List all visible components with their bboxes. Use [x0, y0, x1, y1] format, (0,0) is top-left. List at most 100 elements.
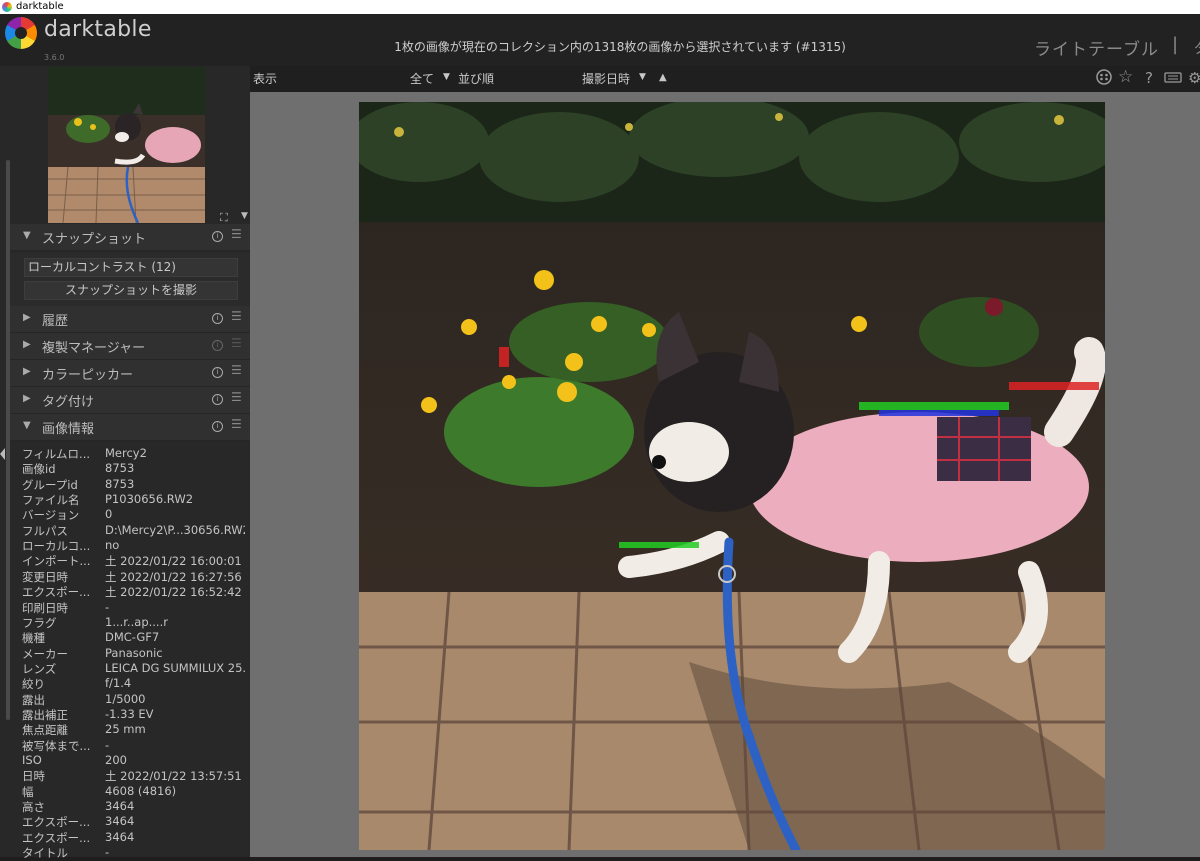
fullscreen-icon[interactable]: ⛶ — [220, 211, 228, 225]
view-switcher-lighttable[interactable]: ライトテーブル — [1034, 35, 1159, 60]
info-key: 画像id — [22, 462, 56, 477]
info-key: 被写体まで... — [22, 738, 91, 753]
expanded-arrow-icon: ▼ — [23, 230, 31, 241]
info-row: エクスポー... 3464 — [22, 814, 250, 829]
info-value: 3464 — [105, 829, 135, 844]
info-key: タイトル — [22, 846, 68, 861]
settings-icon[interactable]: ⚙ — [1188, 69, 1200, 87]
app-name: darktable — [44, 17, 152, 42]
sort-select[interactable]: 撮影日時 — [582, 70, 630, 87]
info-key: ISO — [22, 753, 42, 767]
info-row: 露出 1/5000 — [22, 692, 250, 707]
info-row: 高さ 3464 — [22, 799, 250, 814]
module-tagging[interactable]: ▶ タグ付け i ☰ — [10, 387, 250, 414]
info-key: 露出補正 — [22, 707, 68, 722]
info-key: 幅 — [22, 784, 34, 799]
star-icon[interactable]: ☆ — [1118, 67, 1133, 87]
info-key: メーカー — [22, 646, 68, 661]
info-value: 1/5000 — [105, 691, 146, 706]
info-value: 土 2022/01/22 16:00:01 — [105, 554, 242, 569]
presets-menu-icon[interactable]: ☰ — [231, 227, 242, 241]
info-value: Panasonic — [105, 645, 163, 660]
preview-image[interactable] — [359, 102, 1105, 850]
info-row: レンズ LEICA DG SUMMILUX 25... — [22, 661, 250, 676]
info-row: フィルムロ... Mercy2 — [22, 446, 250, 461]
info-value: 土 2022/01/22 16:27:56 — [105, 569, 242, 584]
keyboard-icon[interactable] — [1164, 69, 1182, 89]
info-key: ローカルコ... — [22, 539, 91, 554]
snapshot-body: ローカルコントラスト (12) スナップショットを撮影 — [10, 253, 250, 306]
chevron-down-icon[interactable]: ▼ — [639, 72, 646, 82]
presets-menu-icon[interactable]: ☰ — [231, 363, 242, 377]
collapsed-arrow-icon: ▶ — [23, 366, 31, 377]
info-value: 200 — [105, 753, 127, 767]
module-label: カラーピッカー — [42, 368, 134, 383]
module-label: 画像情報 — [42, 422, 95, 437]
info-value: 土 2022/01/22 16:52:42 — [105, 585, 242, 600]
presets-icon[interactable] — [1096, 69, 1112, 89]
info-value: DMC-GF7 — [105, 630, 160, 645]
navigation-thumbnail[interactable] — [48, 67, 205, 223]
info-row: 絞り f/1.4 — [22, 676, 250, 691]
app-version: 3.6.0 — [44, 53, 65, 62]
left-panel-collapse-icon[interactable] — [0, 448, 5, 460]
info-key: エクスポー... — [22, 815, 91, 830]
module-image-information[interactable]: ▼ 画像情報 i ☰ — [10, 414, 250, 441]
info-row: フラグ 1...r..ap....r — [22, 615, 250, 630]
reset-icon[interactable]: i — [212, 394, 223, 405]
module-history[interactable]: ▶ 履歴 i ☰ — [10, 306, 250, 333]
info-value: f/1.4 — [105, 676, 132, 691]
view-label[interactable]: 表示 — [253, 70, 277, 87]
filter-select[interactable]: 全て — [410, 70, 434, 87]
info-value: 3464 — [105, 814, 135, 829]
chevron-down-icon[interactable]: ▼ — [443, 72, 450, 82]
reset-icon[interactable]: i — [212, 367, 223, 378]
module-label: タグ付け — [42, 395, 95, 410]
module-label: スナップショット — [42, 232, 147, 247]
presets-menu-icon[interactable]: ☰ — [231, 390, 242, 404]
presets-menu-icon[interactable]: ☰ — [231, 417, 242, 431]
info-key: バージョン — [22, 508, 80, 523]
info-row: グループid 8753 — [22, 477, 250, 492]
thumbnail-dropdown-icon[interactable]: ▼ — [241, 211, 248, 221]
info-row: インポート... 土 2022/01/22 16:00:01 — [22, 553, 250, 568]
snapshot-item[interactable]: ローカルコントラスト (12) — [24, 258, 238, 277]
info-value: -1.33 EV — [105, 706, 154, 721]
info-row: タイトル - — [22, 845, 250, 860]
info-row: 変更日時 土 2022/01/22 16:27:56 — [22, 569, 250, 584]
sort-order-icon[interactable]: ▲ — [659, 72, 667, 83]
reset-icon[interactable]: i — [212, 340, 223, 351]
info-key: 露出 — [22, 692, 45, 707]
info-key: 日時 — [22, 769, 45, 784]
sort-label: 並び順 — [458, 72, 495, 86]
info-value: 1...r..ap....r — [105, 614, 168, 629]
info-value: 3464 — [105, 799, 135, 814]
darktable-logo — [5, 17, 37, 49]
info-row: ローカルコ... no — [22, 538, 250, 553]
module-color-picker[interactable]: ▶ カラーピッカー i ☰ — [10, 360, 250, 387]
info-value: P1030656.RW2 — [105, 492, 194, 507]
info-key: レンズ — [22, 661, 57, 676]
reset-icon[interactable]: i — [212, 231, 223, 242]
presets-menu-icon[interactable]: ☰ — [231, 309, 242, 323]
module-duplicate-manager[interactable]: ▶ 複製マネージャー i ☰ — [10, 333, 250, 360]
info-key: 焦点距離 — [22, 723, 68, 738]
info-key: 印刷日時 — [22, 600, 68, 615]
view-switcher-next[interactable]: ダ — [1194, 38, 1200, 58]
reset-icon[interactable]: i — [212, 421, 223, 432]
module-snapshot[interactable]: ▼ スナップショット i ☰ — [10, 224, 250, 251]
info-row: ファイル名 P1030656.RW2 — [22, 492, 250, 507]
presets-menu-icon[interactable]: ☰ — [231, 336, 242, 350]
info-key: グループid — [22, 477, 78, 492]
info-value: 25 mm — [105, 722, 146, 737]
lighttable-center-view[interactable] — [250, 92, 1200, 857]
info-row: 画像id 8753 — [22, 461, 250, 476]
help-icon[interactable]: ? — [1145, 69, 1153, 87]
top-toolbar: 表示 全て ▼ 並び順 撮影日時 ▼ ▲ ☆ ? ⚙ — [250, 66, 1200, 92]
reset-icon[interactable]: i — [212, 313, 223, 324]
info-row: 日時 土 2022/01/22 13:57:51 — [22, 768, 250, 783]
take-snapshot-button[interactable]: スナップショットを撮影 — [24, 281, 238, 300]
info-value: 土 2022/01/22 13:57:51 — [105, 769, 242, 784]
info-row: メーカー Panasonic — [22, 646, 250, 661]
info-value: Mercy2 — [105, 446, 147, 460]
